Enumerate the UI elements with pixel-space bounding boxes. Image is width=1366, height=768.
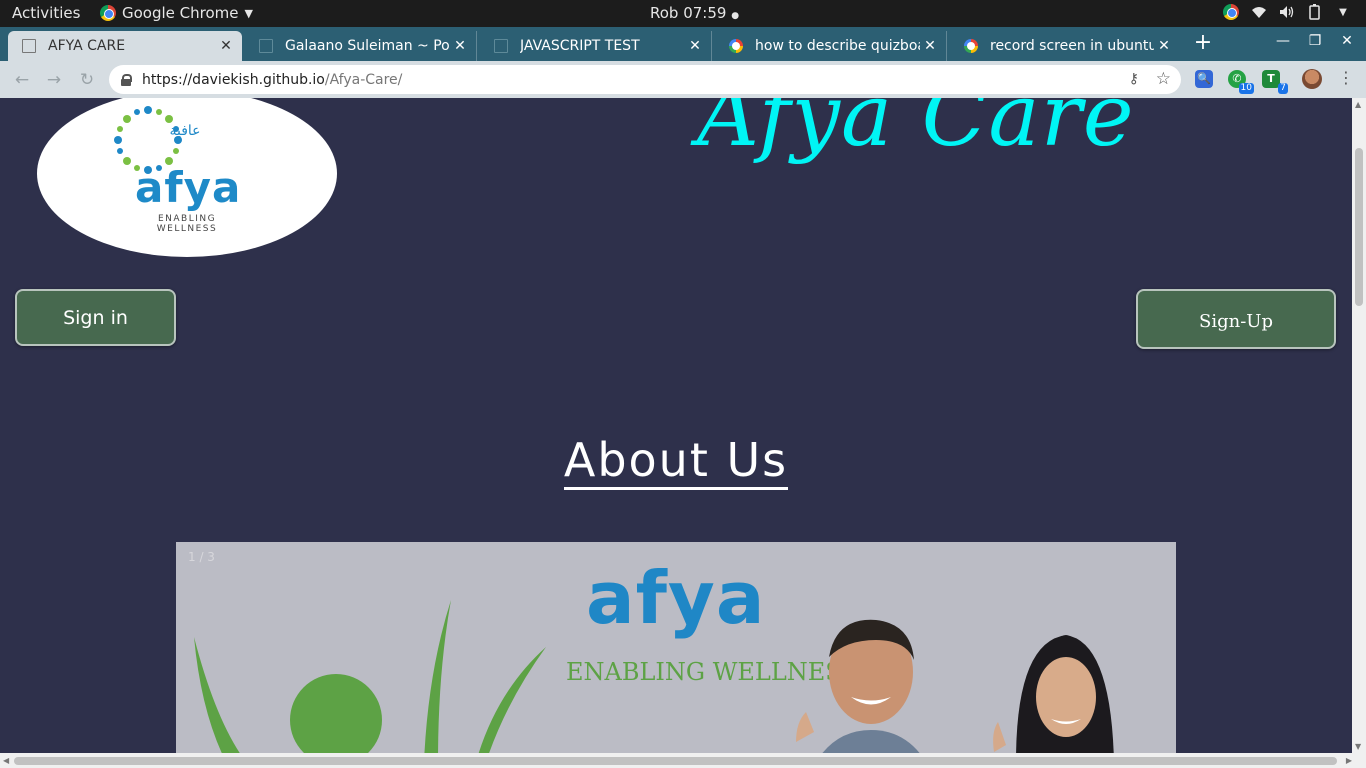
smiling-woman-photo xyxy=(993,635,1114,753)
whatsapp-extension-icon[interactable]: ✆ 10 xyxy=(1228,70,1254,94)
doc-icon xyxy=(259,39,273,53)
tab-title: AFYA CARE xyxy=(48,38,126,54)
bookmark-star-icon[interactable]: ☆ xyxy=(1156,69,1171,89)
tab-javascript-test[interactable]: JAVASCRIPT TEST ✕ xyxy=(480,31,712,61)
tab-title: how to describe quizboa xyxy=(755,38,920,54)
close-icon[interactable]: ✕ xyxy=(685,38,705,54)
clock-label: Rob 07:59 xyxy=(650,4,727,22)
tab-galaano-portfolio[interactable]: Galaano Suleiman ~ Portf ✕ xyxy=(245,31,477,61)
key-icon[interactable]: ⚷ xyxy=(1129,71,1139,87)
minimize-button[interactable]: — xyxy=(1272,33,1294,49)
slide-wordmark: afya xyxy=(586,556,766,640)
profile-avatar[interactable] xyxy=(1302,69,1322,89)
scroll-left-icon[interactable]: ◀ xyxy=(3,756,9,765)
notification-dot-icon: ● xyxy=(731,11,740,21)
site-title: Afya Care xyxy=(697,98,1135,166)
tab-quizboard-search[interactable]: how to describe quizboa ✕ xyxy=(715,31,947,61)
about-us-heading: About Us xyxy=(0,433,1352,490)
tab-title: record screen in ubuntu xyxy=(990,38,1154,54)
scroll-up-icon[interactable]: ▲ xyxy=(1355,100,1361,109)
forward-button[interactable]: → xyxy=(44,70,64,90)
volume-icon[interactable] xyxy=(1278,3,1296,21)
tab-title: Galaano Suleiman ~ Portf xyxy=(285,38,450,54)
wifi-icon[interactable] xyxy=(1250,3,1268,21)
chrome-icon xyxy=(100,5,116,21)
logo-tagline: ENABLING WELLNESS xyxy=(156,214,218,234)
sign-up-button[interactable]: Sign-Up xyxy=(1136,289,1336,349)
browser-toolbar: ← → ↻ https://daviekish.github.io/Afya-C… xyxy=(0,61,1366,98)
wellness-figure-illustration xyxy=(194,600,546,753)
logo-wordmark: afya xyxy=(135,163,242,212)
close-icon[interactable]: ✕ xyxy=(216,38,236,54)
chrome-tray-icon[interactable] xyxy=(1222,3,1240,21)
logo-arabic-text: عافية xyxy=(169,123,201,139)
close-icon[interactable]: ✕ xyxy=(1154,38,1174,54)
vertical-scrollbar[interactable]: ▲ ▼ xyxy=(1352,98,1366,753)
doc-icon xyxy=(22,39,36,53)
app-name: Google Chrome xyxy=(122,4,239,22)
tab-title: JAVASCRIPT TEST xyxy=(520,38,640,54)
reload-button[interactable]: ↻ xyxy=(77,70,97,90)
back-button[interactable]: ← xyxy=(12,70,32,90)
google-icon xyxy=(964,39,978,53)
tab-afya-care[interactable]: AFYA CARE ✕ xyxy=(8,31,242,61)
app-menu[interactable]: Google Chrome ▼ xyxy=(100,4,253,22)
site-logo[interactable]: عافية afya ENABLING WELLNESS xyxy=(37,98,337,257)
trello-extension-icon[interactable]: T7 xyxy=(1262,70,1288,94)
page-viewport: عافية afya ENABLING WELLNESS Afya Care S… xyxy=(0,98,1352,753)
close-icon[interactable]: ✕ xyxy=(450,38,470,54)
system-top-bar: Activities Google Chrome ▼ Rob 07:59 ● ▼ xyxy=(0,0,1366,27)
lock-icon[interactable] xyxy=(121,73,132,86)
activities-button[interactable]: Activities xyxy=(12,4,80,22)
horizontal-scrollbar[interactable]: ◀ ▶ xyxy=(0,753,1366,768)
clock[interactable]: Rob 07:59 ● xyxy=(650,4,739,22)
new-tab-button[interactable]: + xyxy=(1192,32,1214,55)
about-us-label: About Us xyxy=(563,433,789,490)
battery-icon[interactable] xyxy=(1306,3,1324,21)
horizontal-scroll-thumb[interactable] xyxy=(14,757,1337,765)
slide-counter: 1 / 3 xyxy=(188,550,215,564)
address-bar[interactable]: https://daviekish.github.io/Afya-Care/ ⚷… xyxy=(109,65,1181,94)
url-text: https://daviekish.github.io/Afya-Care/ xyxy=(142,71,403,88)
system-menu-chevron-icon[interactable]: ▼ xyxy=(1334,3,1352,21)
restore-button[interactable]: ❐ xyxy=(1304,33,1326,49)
chevron-down-icon: ▼ xyxy=(244,6,253,20)
chrome-menu-icon[interactable]: ⋮ xyxy=(1338,68,1354,87)
tab-record-screen-search[interactable]: record screen in ubuntu ✕ xyxy=(950,31,1180,61)
sign-in-button[interactable]: Sign in xyxy=(15,289,176,346)
close-window-button[interactable]: ✕ xyxy=(1336,33,1358,49)
scroll-down-icon[interactable]: ▼ xyxy=(1355,742,1361,751)
system-tray[interactable]: ▼ xyxy=(1222,3,1352,21)
tab-strip: AFYA CARE ✕ Galaano Suleiman ~ Portf ✕ J… xyxy=(0,27,1366,61)
search-extension-icon[interactable]: 🔍 xyxy=(1195,70,1213,88)
image-slider[interactable]: 1 / 3 afya ENABLING WELLNESS xyxy=(176,542,1176,753)
scroll-right-icon[interactable]: ▶ xyxy=(1346,756,1352,765)
smiling-man-photo xyxy=(796,619,920,753)
google-icon xyxy=(729,39,743,53)
vertical-scroll-thumb[interactable] xyxy=(1355,148,1363,306)
doc-icon xyxy=(494,39,508,53)
close-icon[interactable]: ✕ xyxy=(920,38,940,54)
